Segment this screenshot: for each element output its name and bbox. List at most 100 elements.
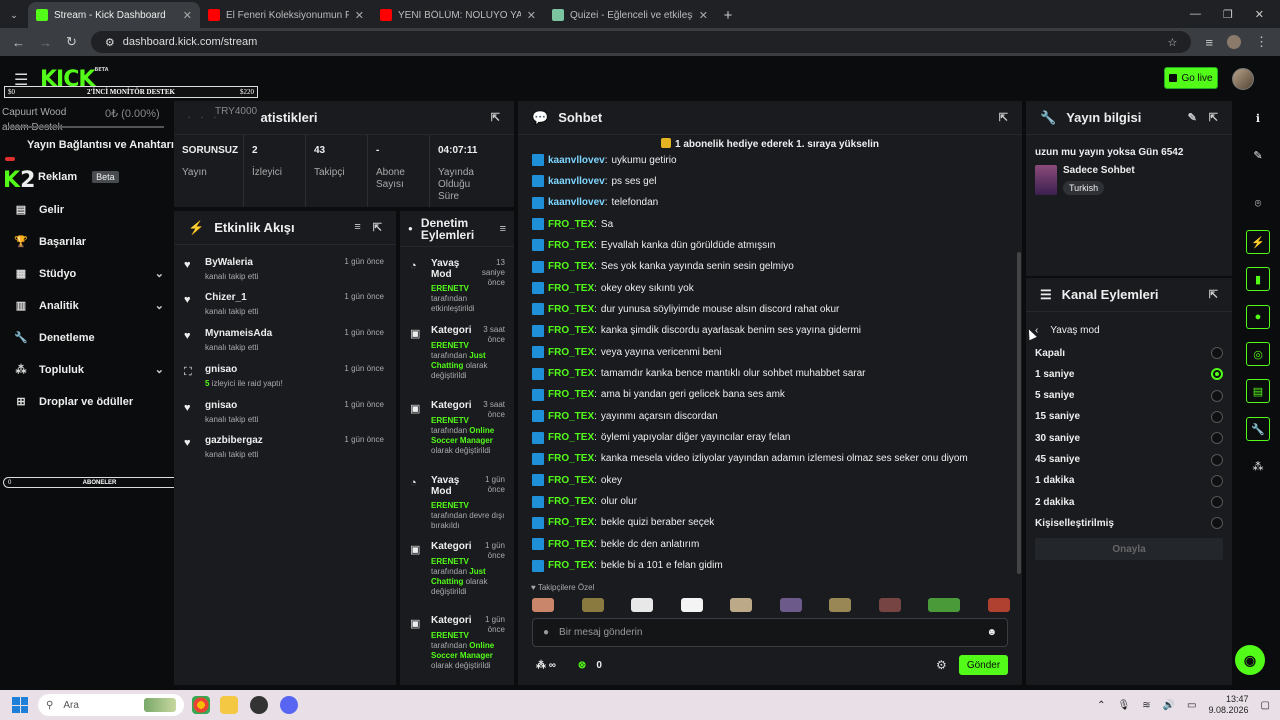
chat-username[interactable]: kaanvllovev xyxy=(548,197,605,208)
close-window-icon[interactable]: ✕ xyxy=(1255,8,1264,21)
battery-icon[interactable]: ▭ xyxy=(1187,700,1196,711)
volume-icon[interactable]: 🔊 xyxy=(1163,700,1175,711)
chat-username[interactable]: FRO_TEX xyxy=(548,219,594,230)
wifi-icon[interactable]: ≋ xyxy=(1142,700,1150,711)
sidebar-item-0[interactable]: Yayın Bağlantısı ve Anahtarı xyxy=(27,139,177,151)
chat-username[interactable]: FRO_TEX xyxy=(548,539,594,550)
popout-icon[interactable]: ⇱ xyxy=(1209,111,1218,124)
radio-button[interactable] xyxy=(1211,432,1223,445)
slow-mode-option[interactable]: 5 saniye xyxy=(1035,388,1223,404)
chat-rail-icon[interactable]: ● xyxy=(1246,305,1270,329)
community-rail-icon[interactable]: ⁂ xyxy=(1246,454,1270,478)
chat-message[interactable]: FRO_TEX: bekle quizi beraber seçek xyxy=(532,516,714,530)
chat-message[interactable]: FRO_TEX: olur olur xyxy=(532,495,637,509)
chat-username[interactable]: kaanvllovev xyxy=(548,155,605,166)
radio-button[interactable] xyxy=(1211,453,1223,466)
chat-message[interactable]: FRO_TEX: Sa xyxy=(532,217,613,231)
notification-icon[interactable]: ▢ xyxy=(1261,700,1270,711)
tab-1[interactable]: El Feneri Koleksiyonumun Favori ✕ xyxy=(200,2,372,28)
radio-button[interactable] xyxy=(1211,389,1223,402)
url-field[interactable]: ⚙ dashboard.kick.com/stream ☆ xyxy=(90,31,1192,53)
chat-username[interactable]: FRO_TEX xyxy=(548,496,594,507)
chat-message[interactable]: FRO_TEX: dur yunusa söyliyimde mouse alsı… xyxy=(532,302,839,316)
sidebar-item-2[interactable]: ▤ Gelir xyxy=(14,203,164,217)
slow-mode-option[interactable]: 1 saniye xyxy=(1035,366,1223,382)
chat-username[interactable]: FRO_TEX xyxy=(548,283,594,294)
chat-message[interactable]: FRO_TEX: bekle dc den anlatırım xyxy=(532,537,699,551)
emote-icon[interactable] xyxy=(730,598,753,612)
lightning-rail-icon[interactable]: ⚡ xyxy=(1246,230,1270,254)
slow-mode-option[interactable]: 45 saniye xyxy=(1035,452,1223,468)
slow-mode-option[interactable]: 2 dakika xyxy=(1035,494,1223,510)
sidebar-item-1[interactable]: Reklam Beta xyxy=(38,171,188,183)
chat-username[interactable]: FRO_TEX xyxy=(548,325,594,336)
slow-mode-option[interactable]: 15 saniye xyxy=(1035,409,1223,425)
clock[interactable]: 13:47 9.08.2026 xyxy=(1209,694,1249,716)
emote-icon[interactable] xyxy=(928,598,961,612)
back-icon[interactable]: ← xyxy=(12,35,25,50)
confirm-button[interactable]: Onayla xyxy=(1035,538,1223,560)
chat-message[interactable]: FRO_TEX: kanka mesela video izliyolar yay… xyxy=(532,452,968,466)
chat-message[interactable]: FRO_TEX: okey xyxy=(532,473,622,487)
slow-mode-option[interactable]: 30 saniye xyxy=(1035,430,1223,446)
chat-message[interactable]: FRO_TEX: Ses yok kanka yayında senin sesi… xyxy=(532,260,794,274)
sidebar-item-8[interactable]: ⊞ Droplar ve ödüller xyxy=(14,395,164,409)
chat-message[interactable]: FRO_TEX: öylemi yapıyolar diğer yayıncıla… xyxy=(532,431,790,445)
chat-input[interactable]: ● Bir mesaj gönderin ☻ xyxy=(532,618,1008,647)
radio-button[interactable] xyxy=(1211,347,1223,359)
popout-icon[interactable]: ⇱ xyxy=(491,111,500,124)
tab-2[interactable]: YENİ BÖLÜM: NOLUYO YA ¿ VS ✕ xyxy=(372,2,544,28)
chat-username[interactable]: kaanvllovev xyxy=(548,176,605,187)
help-support-icon[interactable]: ◉ xyxy=(1235,645,1265,675)
radio-button[interactable] xyxy=(1211,368,1223,381)
send-button[interactable]: Gönder xyxy=(959,655,1008,675)
popout-icon[interactable]: ⇱ xyxy=(999,111,1008,124)
chat-message[interactable]: FRO_TEX: yayınmı açarsın discordan xyxy=(532,409,718,423)
emote-icon[interactable] xyxy=(987,598,1010,612)
slow-mode-header[interactable]: ‹ Yavaş mod xyxy=(1035,325,1100,336)
tab-3[interactable]: Quizei - Eğlenceli ve etkileşimli ✕ xyxy=(544,2,716,28)
sidebar-item-7[interactable]: ⁂ Topluluk ⌄ xyxy=(14,363,165,377)
chat-scrollbar[interactable] xyxy=(1017,252,1021,574)
emote-icon[interactable] xyxy=(779,598,802,612)
tab-close-icon[interactable]: ✕ xyxy=(527,9,536,22)
channel-points-icon[interactable]: ⁂ ∞ xyxy=(536,660,556,671)
layout-rail-icon[interactable]: ▤ xyxy=(1246,379,1270,403)
filter-icon[interactable]: ≡ xyxy=(500,223,506,235)
slow-mode-option[interactable]: 1 dakika xyxy=(1035,473,1223,489)
browser-menu-icon[interactable]: ⋮ xyxy=(1255,34,1268,50)
chat-username[interactable]: FRO_TEX xyxy=(548,347,594,358)
radio-button[interactable] xyxy=(1211,410,1223,423)
emote-icon[interactable] xyxy=(631,598,654,612)
edit-pencil-icon[interactable]: ✎ xyxy=(1188,111,1197,124)
tab-close-icon[interactable]: ✕ xyxy=(183,9,192,22)
chat-username[interactable]: FRO_TEX xyxy=(548,560,594,571)
radio-button[interactable] xyxy=(1211,474,1223,487)
emote-icon[interactable] xyxy=(581,598,604,612)
taskbar-search[interactable]: ⚲ Ara xyxy=(38,694,184,716)
tray-chevron-icon[interactable]: ⌃ xyxy=(1097,700,1105,711)
sidebar-item-4[interactable]: ▦ Stüdyo ⌄ xyxy=(14,267,164,281)
windows-start-icon[interactable] xyxy=(12,697,28,713)
go-live-button[interactable]: Go live xyxy=(1164,67,1218,89)
chat-username[interactable]: FRO_TEX xyxy=(548,368,594,379)
wrench-rail-icon[interactable]: 🔧 xyxy=(1246,417,1270,441)
chat-username[interactable]: FRO_TEX xyxy=(548,304,594,315)
popout-icon[interactable]: ⇱ xyxy=(1209,288,1218,301)
popout-icon[interactable]: ⇱ xyxy=(373,221,382,234)
camera-icon[interactable]: ⌾ xyxy=(1246,192,1270,216)
chat-message[interactable]: FRO_TEX: veya yayına vericenmi beni xyxy=(532,345,722,359)
chat-username[interactable]: FRO_TEX xyxy=(548,432,594,443)
maximize-icon[interactable]: ❐ xyxy=(1223,8,1233,21)
kick-points-icon[interactable]: ⊗ xyxy=(578,660,586,671)
emote-icon[interactable] xyxy=(680,598,703,612)
extensions-icon[interactable]: ≡ xyxy=(1205,35,1213,50)
new-tab-button[interactable]: + xyxy=(716,2,740,28)
tab-close-icon[interactable]: ✕ xyxy=(699,9,708,22)
slow-mode-option[interactable]: Kişiselleştirilmiş xyxy=(1035,515,1223,531)
chat-username[interactable]: FRO_TEX xyxy=(548,453,594,464)
mic-icon[interactable]: 🎙 xyxy=(1118,700,1131,711)
chat-message[interactable]: FRO_TEX: Eyvallah kanka dün görüldüde atm… xyxy=(532,238,775,252)
emote-icon[interactable] xyxy=(829,598,852,612)
tab-close-icon[interactable]: ✕ xyxy=(355,9,364,22)
